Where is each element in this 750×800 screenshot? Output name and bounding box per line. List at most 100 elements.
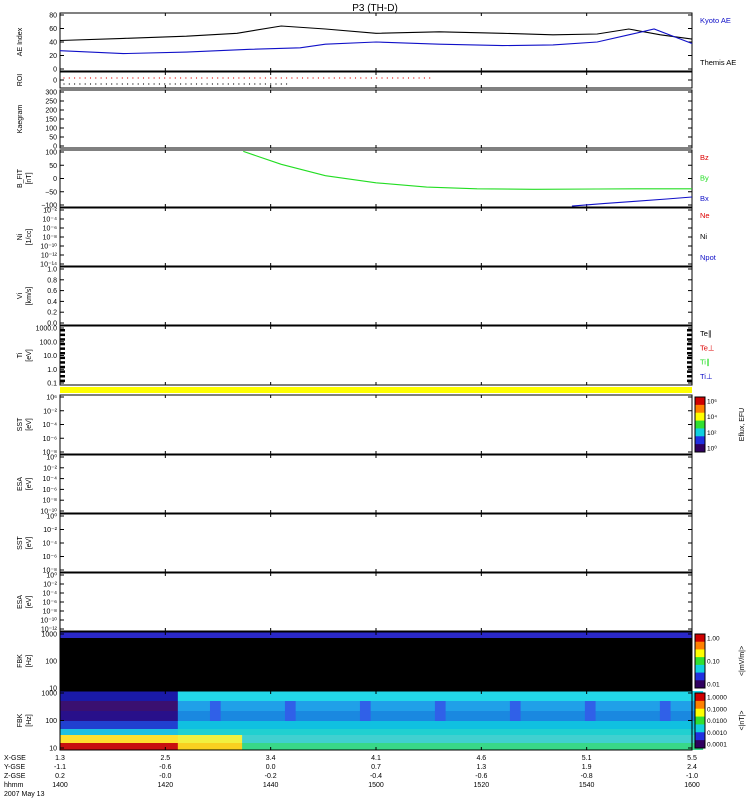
fbk-scm-cell — [274, 721, 286, 729]
sst-e-ytick-label: 10⁶ — [46, 395, 57, 402]
fbk-scm-cell — [199, 729, 211, 735]
fbk-scm-cell — [402, 711, 414, 721]
fbk-scm-cell — [488, 701, 500, 711]
ti-edge-marker — [60, 361, 65, 364]
fbk-scm-cell — [317, 721, 329, 729]
fbk-scm-cell — [252, 711, 264, 721]
fbk-scm-cell — [681, 735, 693, 743]
ti-edge-marker — [687, 338, 692, 341]
fbk-scm-cell — [306, 711, 318, 721]
fbk-scm-cell — [584, 711, 597, 721]
roi-dot — [339, 77, 341, 79]
ni-legend-item: Npot — [700, 253, 717, 262]
roi-dot — [211, 77, 213, 79]
fbk-scm-cell — [552, 701, 564, 711]
ti-edge-marker — [60, 338, 65, 341]
fbk-scm-cell — [670, 701, 682, 711]
bfit-legend-item: By — [700, 174, 709, 183]
footer-value: 5.1 — [582, 755, 592, 762]
ti-edge-marker — [687, 347, 692, 350]
colorbar-tick: 0.0100 — [707, 718, 727, 725]
fbk-scm-cell — [467, 701, 479, 711]
ti-edge-marker — [687, 342, 692, 346]
fbk-scm-cell — [60, 735, 72, 743]
fbk-scm-cell — [70, 729, 82, 735]
ni-frame — [59, 207, 693, 267]
fbk-scm-cell — [92, 743, 104, 750]
roi-dot — [79, 83, 81, 85]
panel-sst-i: 10⁰10⁻²10⁻⁴10⁻⁶10⁻⁸SST [eV] — [17, 513, 693, 575]
fbk-scm-cell — [306, 729, 318, 735]
fbk-scm-cell — [627, 711, 639, 721]
roi-dot — [296, 77, 298, 79]
roi-dot — [169, 77, 171, 79]
footer-value: 2.5 — [160, 755, 170, 762]
fbk-scm-cell — [177, 729, 189, 735]
roi-dot — [328, 77, 330, 79]
fbk-scm-cell — [563, 735, 575, 743]
roi-dot — [365, 77, 367, 79]
roi-dot — [180, 83, 182, 85]
sst-i-ytick-label: 10⁻² — [43, 527, 57, 534]
fbk-scm-cell — [638, 729, 650, 735]
fbk-scm-cell — [327, 743, 339, 750]
colorbar-segment — [695, 740, 705, 749]
fbk-scm-cell — [284, 743, 297, 750]
fbk-scm-cell — [242, 735, 254, 743]
fbk-scm-cell — [456, 743, 468, 750]
footer-value: -0.0 — [159, 773, 171, 780]
roi-dot — [301, 77, 304, 79]
roi-dot — [402, 77, 404, 79]
fbk-scm-cell — [509, 691, 522, 701]
fbk-scm-cell — [552, 721, 564, 729]
ni-ytick-label: 10⁻² — [43, 208, 57, 215]
roi-dot — [153, 77, 155, 79]
fbk-scm-cell — [252, 743, 264, 750]
fbk-scm-cell — [359, 729, 372, 735]
fbk-scm-cell — [392, 691, 404, 701]
fbk-scm-cell — [627, 701, 639, 711]
esa-e-ytick-label: 10⁻⁴ — [43, 476, 58, 483]
roi-dot — [137, 83, 139, 85]
fbk-scm-cell — [327, 691, 339, 701]
fbk-scm-cell — [102, 711, 114, 721]
fbk-scm-cell — [649, 701, 661, 711]
ti-edge-marker — [687, 352, 692, 355]
fbk-scm-cell — [370, 721, 382, 729]
fbk-scm-cell — [327, 729, 339, 735]
fbk-scm-cell — [574, 711, 586, 721]
fbk-scm-cell — [274, 735, 286, 743]
sst-e-frame — [59, 394, 693, 455]
roi-dot — [121, 83, 123, 85]
panels: 806040200AE IndexKyoto AEThemis AE0ROI30… — [17, 12, 746, 753]
colorbar-segment — [695, 436, 705, 445]
fbk-scm-cell — [434, 729, 447, 735]
fbk-scm-cell — [338, 721, 350, 729]
fbk-scm-cell — [659, 743, 671, 750]
fbk-scm-cell — [520, 691, 532, 701]
colorbar-segment — [695, 680, 705, 689]
sst-e-unit: [eV] — [26, 418, 33, 431]
fbk-scm-cell — [274, 701, 286, 711]
bfit-ytick-label: 0 — [53, 176, 57, 183]
fbk-scm-cell — [413, 721, 425, 729]
ae-ytick-label: 60 — [49, 26, 57, 33]
footer-row-label: Y-GSE — [4, 764, 25, 771]
fbk-scm-cell — [359, 691, 372, 701]
panel-ae: 80 60 40 20 0 AE Index Kyoto AE Themis AE — [17, 12, 736, 74]
roi-dot — [84, 83, 86, 85]
roi-dot — [201, 83, 203, 85]
colorbar-segment — [695, 724, 705, 733]
ti-ytick-label: 100.0 — [39, 339, 57, 346]
roi-dot — [142, 77, 145, 79]
fbk-scm-cell — [606, 729, 618, 735]
fbk-scm-cell — [134, 711, 147, 721]
ksegram-ytick-label: 100 — [45, 126, 57, 133]
fbk-scm-cell — [113, 691, 125, 701]
esa-i-ytick-label: 10⁰ — [46, 572, 57, 580]
fbk-scm-cell — [542, 729, 554, 735]
roi-dot — [227, 83, 229, 85]
fbk-scm-cell — [199, 701, 211, 711]
ti-edge-marker — [687, 370, 692, 373]
bfit-frame — [59, 149, 693, 208]
